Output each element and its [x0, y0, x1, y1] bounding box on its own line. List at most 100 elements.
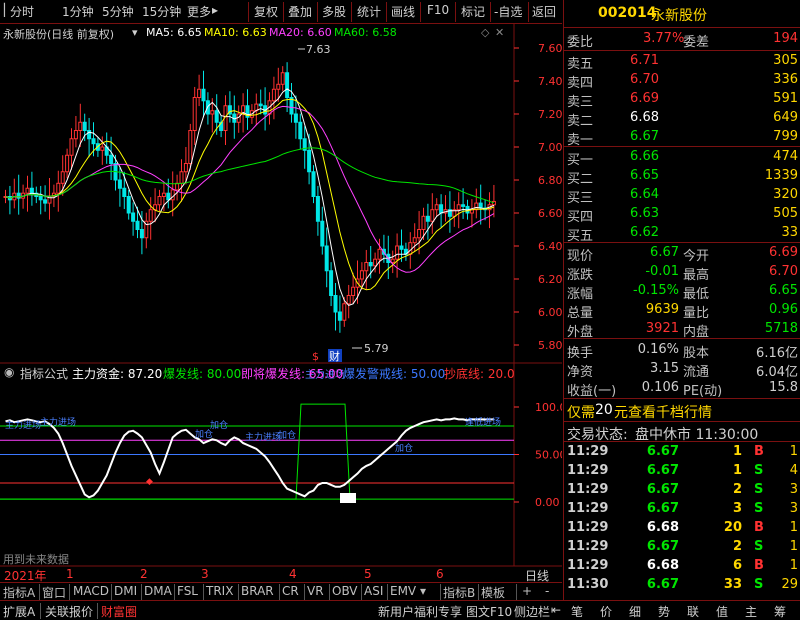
ask-row-2[interactable]: 卖三 6.69 591: [564, 90, 800, 110]
bid-row-4[interactable]: 买五 6.62 33: [564, 224, 800, 244]
tab-vr[interactable]: VR: [307, 584, 324, 598]
candle-body: [368, 262, 373, 267]
side-tab-3[interactable]: 势: [658, 603, 670, 620]
candle-body: [276, 83, 281, 90]
dividend-marker[interactable]: $: [312, 350, 319, 363]
new-user-welfare-link[interactable]: 新用户福利专享: [378, 603, 462, 620]
tab-emv[interactable]: EMV: [390, 584, 416, 598]
tab-macd[interactable]: MACD: [73, 584, 109, 598]
candle-body: [377, 248, 382, 260]
stock-name: 永新股份: [651, 8, 707, 24]
ask-row-0[interactable]: 卖五 6.71 305: [564, 52, 800, 72]
candle-body: [161, 192, 166, 197]
month-4: 4: [289, 567, 297, 581]
bottom-signal-icon: ◆: [146, 477, 153, 487]
ext-a-button[interactable]: 扩展A: [3, 603, 35, 620]
quote-row-1: 涨跌 -0.01 最高 6.70: [567, 264, 798, 283]
kline-chart[interactable]: 7.635.79$ 财 主力进场主力进场加仓加仓主力进场加仓加仓逢低进场◆主力进场…: [0, 0, 562, 582]
candle-body: [25, 187, 30, 194]
price-tick-label: 6.80: [538, 174, 562, 187]
sidebar-button[interactable]: 侧边栏: [514, 603, 550, 620]
candle-body: [430, 209, 435, 222]
month-3: 3: [201, 567, 209, 581]
indicator-tick-label: 100.0: [535, 401, 562, 414]
candle-body: [333, 295, 338, 313]
candle-body: [109, 154, 114, 164]
candle-body: [139, 229, 144, 239]
indicator-name[interactable]: 指标公式: [20, 365, 68, 381]
side-tab-6[interactable]: 主: [745, 603, 757, 620]
quote-row-4: 外盘 3921 内盘 5718: [567, 321, 798, 340]
fin-row-1: 净资 3.15 流通 6.04亿: [567, 361, 798, 380]
candle-body: [258, 103, 263, 107]
side-tab-0[interactable]: 笔: [571, 603, 583, 620]
bottom-bar: 扩展A 关联报价 财富圈 新用户福利专享 图文F10 侧边栏 ⇤ 笔价细势联值主…: [0, 600, 800, 620]
price-tick-label: 7.20: [538, 108, 562, 121]
timeline: 2021年 1 2 3 4 5 6 日线: [0, 566, 562, 583]
side-tab-5[interactable]: 值: [716, 603, 728, 620]
tab-dma[interactable]: DMA: [144, 584, 172, 598]
month-1: 1: [66, 567, 74, 581]
bid-row-2[interactable]: 买三 6.64 320: [564, 186, 800, 206]
bid-row-3[interactable]: 买四 6.63 505: [564, 205, 800, 225]
month-5: 5: [364, 567, 372, 581]
ask-row-1[interactable]: 卖四 6.70 336: [564, 71, 800, 91]
weicha-value: 194: [773, 31, 798, 46]
candle-body: [175, 182, 180, 191]
candle-body: [65, 154, 70, 173]
candle-body: [201, 88, 206, 102]
candle-body: [311, 171, 316, 197]
zoom-in-button[interactable]: +: [522, 584, 532, 598]
indicator-signal-tag: 加仓: [395, 442, 413, 454]
indicator-arrow-icon[interactable]: ◉: [4, 365, 14, 379]
tab-template[interactable]: 模板: [481, 584, 505, 601]
finance-marker[interactable]: 财: [329, 349, 340, 363]
bid-row-1[interactable]: 买二 6.65 1339: [564, 167, 800, 187]
candle-body: [192, 97, 197, 131]
side-tab-1[interactable]: 价: [600, 603, 612, 620]
price-tick-label: 7.60: [538, 42, 562, 55]
tab-brar[interactable]: BRAR: [241, 584, 274, 598]
candle-body: [179, 171, 184, 184]
indicator-tick-label: 50.00: [535, 449, 562, 462]
quote-panel: 002014 永新股份 委比 3.77% 委差 194 卖五 6.71 305 …: [563, 0, 800, 600]
indicator-signal-tag: 加仓: [210, 419, 228, 431]
sidebar-arrow-icon[interactable]: ⇤: [551, 603, 561, 617]
tab-cr[interactable]: CR: [282, 584, 299, 598]
tab-obv[interactable]: OBV: [332, 584, 358, 598]
indicator-jingjie-label: 爆发警戒线: 50.00: [343, 367, 446, 381]
candle-body: [478, 202, 483, 209]
weibi-row: 委比 3.77% 委差 194: [567, 31, 798, 50]
candle-body: [324, 245, 329, 272]
candle-body: [412, 237, 417, 244]
side-tab-7[interactable]: 筹: [774, 603, 786, 620]
candle-body: [91, 138, 96, 145]
wealth-circle-button[interactable]: 财富圈: [101, 603, 137, 620]
tab-asi[interactable]: ASI: [364, 584, 383, 598]
candle-body: [29, 187, 34, 194]
bid-row-0[interactable]: 买一 6.66 474: [564, 148, 800, 168]
indicator-signal-tag: 主力进场: [245, 431, 281, 443]
candle-body: [78, 121, 83, 131]
related-quote-button[interactable]: 关联报价: [45, 603, 93, 620]
f10-graphic-button[interactable]: 图文F10: [466, 603, 512, 620]
tab-chuangkou[interactable]: 窗口: [42, 584, 66, 601]
tab-trix[interactable]: TRIX: [206, 584, 233, 598]
side-tab-2[interactable]: 细: [629, 603, 641, 620]
indicator-signal-tag: 主力进场: [5, 419, 41, 431]
tab-zhibiao-b[interactable]: 指标B: [443, 584, 475, 601]
ask-row-4[interactable]: 卖一 6.67 799: [564, 128, 800, 148]
tabs-more-icon[interactable]: ▾: [420, 584, 426, 598]
candle-body: [188, 130, 193, 164]
high-price-label: 7.63: [306, 43, 331, 56]
zoom-out-button[interactable]: -: [545, 584, 549, 598]
tab-dmi[interactable]: DMI: [114, 584, 137, 598]
tab-fsl[interactable]: FSL: [177, 584, 198, 598]
candle-body: [148, 209, 153, 222]
side-tab-4[interactable]: 联: [687, 603, 699, 620]
promo-banner[interactable]: 仅需 20 元查看千档行情: [564, 401, 800, 421]
candle-body: [417, 229, 422, 239]
tab-zhibiao-a[interactable]: 指标A: [3, 584, 35, 601]
indicator-jijiang-label: 即将爆发线: 65.00: [241, 367, 344, 381]
ask-row-3[interactable]: 卖二 6.68 649: [564, 109, 800, 129]
